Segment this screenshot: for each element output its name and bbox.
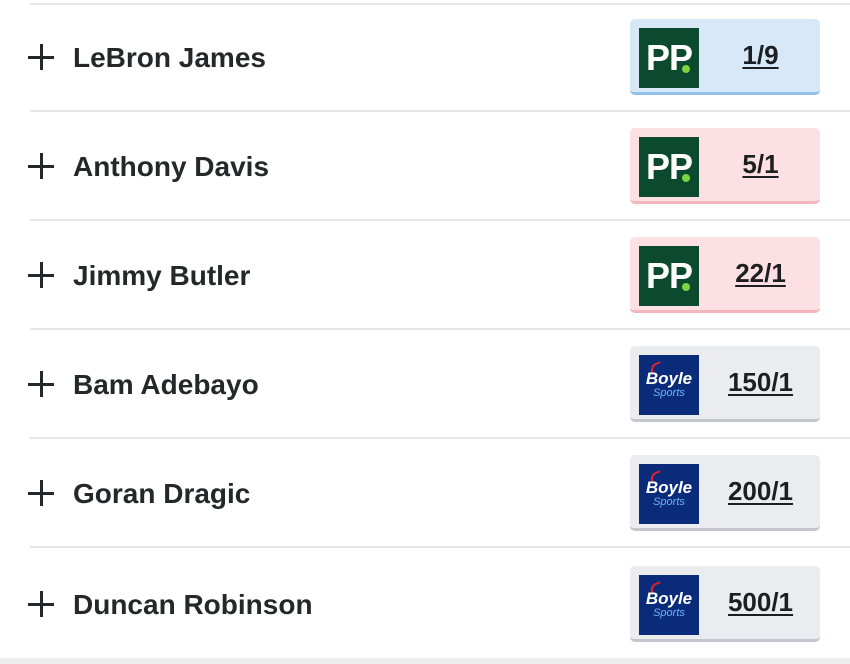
runner-row: Anthony Davis PP 5/1 — [0, 112, 850, 221]
pp-dot — [682, 283, 690, 291]
odds-button[interactable]: Boyle Sports 500/1 — [630, 566, 820, 642]
pp-logo: PP — [639, 246, 699, 306]
odds-button[interactable]: Boyle Sports 200/1 — [630, 455, 820, 531]
boylesports-logo: Boyle Sports — [639, 575, 699, 635]
runner-row: Duncan Robinson Boyle Sports 500/1 — [0, 548, 850, 657]
boyle-logo-text: Boyle — [645, 589, 693, 608]
odds-value[interactable]: 500/1 — [703, 566, 818, 642]
sports-logo-text: Sports — [653, 387, 685, 399]
plus-icon[interactable] — [28, 153, 54, 179]
runner-row: Goran Dragic Boyle Sports 200/1 — [0, 439, 850, 548]
pp-logo: PP — [639, 137, 699, 197]
runner-name[interactable]: Duncan Robinson — [73, 588, 313, 622]
odds-value[interactable]: 22/1 — [703, 237, 818, 313]
pp-dot — [682, 65, 690, 73]
boyle-logo-text: Boyle — [645, 478, 693, 497]
odds-value[interactable]: 200/1 — [703, 455, 818, 531]
runner-row: Bam Adebayo Boyle Sports 150/1 — [0, 330, 850, 439]
boylesports-logo: Boyle Sports — [639, 355, 699, 415]
plus-icon[interactable] — [28, 371, 54, 397]
odds-button[interactable]: PP 5/1 — [630, 128, 820, 204]
runner-name[interactable]: Goran Dragic — [73, 477, 250, 511]
boylesports-logo: Boyle Sports — [639, 464, 699, 524]
odds-button[interactable]: PP 1/9 — [630, 19, 820, 95]
odds-value[interactable]: 1/9 — [703, 19, 818, 95]
runner-row: LeBron James PP 1/9 — [0, 3, 850, 112]
pp-logo: PP — [639, 28, 699, 88]
plus-icon[interactable] — [28, 591, 54, 617]
odds-button[interactable]: PP 22/1 — [630, 237, 820, 313]
pp-dot — [682, 174, 690, 182]
odds-value[interactable]: 5/1 — [703, 128, 818, 204]
sports-logo-text: Sports — [653, 496, 685, 508]
runner-list: LeBron James PP 1/9 Anthony Davis PP 5/1… — [0, 0, 850, 658]
runner-name[interactable]: LeBron James — [73, 41, 266, 75]
runner-name[interactable]: Anthony Davis — [73, 150, 269, 184]
odds-button[interactable]: Boyle Sports 150/1 — [630, 346, 820, 422]
odds-value[interactable]: 150/1 — [703, 346, 818, 422]
boyle-logo-text: Boyle — [645, 369, 693, 388]
plus-icon[interactable] — [28, 262, 54, 288]
sports-logo-text: Sports — [653, 607, 685, 619]
runner-name[interactable]: Bam Adebayo — [73, 368, 259, 402]
plus-icon[interactable] — [28, 480, 54, 506]
plus-icon[interactable] — [28, 44, 54, 70]
runner-row: Jimmy Butler PP 22/1 — [0, 221, 850, 330]
runner-name[interactable]: Jimmy Butler — [73, 259, 250, 293]
bottom-strip — [0, 658, 850, 664]
